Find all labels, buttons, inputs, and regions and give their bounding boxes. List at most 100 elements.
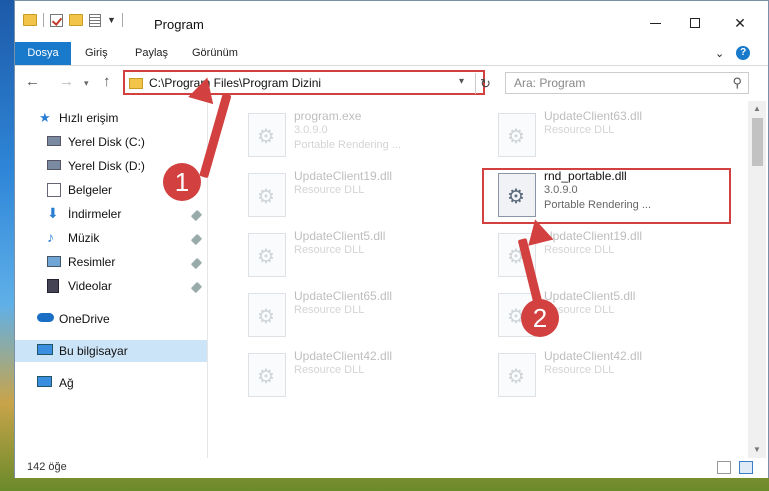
file-description: Resource DLL [294,244,365,256]
sidebar-item-network[interactable]: Ağ [15,372,207,394]
ribbon-help-area: ⌄ ? [715,46,755,60]
quick-access-toolbar: ▼ [23,13,123,27]
file-item[interactable]: UpdateClient42.dll Resource DLL [248,349,448,405]
file-name: UpdateClient5.dll [544,289,636,303]
drive-icon [47,160,61,170]
toolbar-divider [121,13,123,27]
window-title: Program [154,17,204,32]
chevron-down-icon[interactable]: ▾ [459,76,464,87]
scroll-down-icon[interactable]: ▼ [748,442,766,458]
address-path[interactable]: C:\Program Files\Program Dizini [149,76,321,90]
file-name: UpdateClient63.dll [544,109,643,123]
toolbar-divider [43,13,44,27]
dll-file-icon [248,293,286,337]
tiles-view-icon[interactable] [739,461,753,474]
dll-file-icon [498,353,536,397]
file-description: Portable Rendering ... [294,139,402,151]
documents-icon [47,183,61,197]
sidebar-item-this-pc[interactable]: Bu bilgisayar [15,340,207,362]
search-placeholder[interactable]: Ara: Program [514,76,585,90]
properties-check-icon[interactable] [50,13,63,27]
file-name: program.exe [294,109,362,123]
dll-file-icon [248,173,286,217]
file-name: UpdateClient42.dll [544,349,643,363]
pin-icon[interactable] [190,209,203,222]
sidebar-item-label: Bu bilgisayar [59,344,128,358]
file-description: Resource DLL [294,184,365,196]
vertical-scrollbar[interactable]: ▲ ▼ [748,101,766,458]
expand-ribbon-icon[interactable]: ⌄ [715,47,724,60]
maximize-icon [690,18,700,28]
minimize-button[interactable] [635,9,675,37]
scroll-thumb[interactable] [752,118,763,166]
back-button[interactable]: ← [25,73,40,90]
sidebar-item-quick-access[interactable]: ★ Hızlı erişim [15,107,207,129]
minimize-icon [649,22,661,24]
star-icon: ★ [39,110,51,125]
file-item[interactable]: UpdateClient65.dll Resource DLL [248,289,448,345]
chevron-down-icon[interactable]: ▼ [107,15,116,25]
tab-giris[interactable]: Giriş [85,42,108,65]
file-name: UpdateClient42.dll [294,349,393,363]
details-view-icon[interactable] [717,461,731,474]
file-name: UpdateClient19.dll [544,229,643,243]
annotation-badge-2: 2 [521,299,559,337]
ribbon-tabs: Dosya Giriş Paylaş Görünüm ⌄ ? [15,42,768,66]
file-version: 3.0.9.0 [294,124,328,136]
file-description: Resource DLL [294,304,365,316]
computer-icon [37,344,53,355]
sidebar-item-label: OneDrive [59,312,110,326]
address-bar[interactable]: C:\Program Files\Program Dizini ▾ ↻ [123,70,491,95]
file-item[interactable]: UpdateClient63.dll Resource DLL [498,109,698,165]
title-bar: ▼ Program ✕ [15,1,768,43]
search-box[interactable]: Ara: Program ⚲ [505,72,749,94]
file-item[interactable]: UpdateClient42.dll Resource DLL [498,349,698,405]
file-name: UpdateClient5.dll [294,229,386,243]
scroll-up-icon[interactable]: ▲ [748,101,766,117]
file-item[interactable]: UpdateClient19.dll Resource DLL [248,169,448,225]
file-item[interactable]: program.exe 3.0.9.0 Portable Rendering .… [248,109,448,165]
download-icon: ⬇ [47,205,59,221]
dll-file-icon [248,353,286,397]
file-description: Resource DLL [544,244,615,256]
pin-icon[interactable] [190,257,203,270]
pin-icon[interactable] [190,233,203,246]
refresh-button[interactable]: ↻ [475,73,495,94]
tab-dosya[interactable]: Dosya [15,42,71,65]
pin-icon[interactable] [190,281,203,294]
sidebar-item-videos[interactable]: Videolar [15,275,207,297]
properties-icon[interactable] [89,13,101,27]
sidebar-item-label: İndirmeler [68,207,122,221]
up-button[interactable]: ↑ [103,73,111,90]
file-list: program.exe 3.0.9.0 Portable Rendering .… [208,101,748,458]
close-icon: ✕ [734,14,746,31]
sidebar-item-pictures[interactable]: Resimler [15,251,207,273]
close-button[interactable]: ✕ [720,9,760,37]
file-name: UpdateClient19.dll [294,169,393,183]
new-folder-icon[interactable] [69,14,83,26]
sidebar-item-onedrive[interactable]: OneDrive [15,308,207,330]
search-icon[interactable]: ⚲ [732,75,742,91]
file-item[interactable]: UpdateClient5.dll Resource DLL [248,229,448,285]
help-icon[interactable]: ? [736,46,751,60]
item-count: 142 öğe [27,461,67,473]
status-bar: 142 öğe [15,458,768,478]
exe-file-icon [248,113,286,157]
sidebar-item-label: Ağ [59,376,74,390]
dll-file-icon [248,233,286,277]
folder-icon [129,78,143,89]
maximize-button[interactable] [675,9,715,37]
forward-button[interactable]: → [59,73,74,90]
folder-icon [23,14,37,26]
video-icon [47,279,59,293]
pictures-icon [47,256,61,267]
annotation-badge-1: 1 [163,163,201,201]
sidebar-item-disk-c[interactable]: Yerel Disk (C:) [15,131,207,153]
tab-paylas[interactable]: Paylaş [135,42,168,65]
recent-locations-chevron-icon[interactable]: ▾ [84,78,89,89]
dll-file-icon [498,113,536,157]
sidebar-item-downloads[interactable]: ⬇ İndirmeler [15,203,207,225]
sidebar-item-music[interactable]: ♪ Müzik [15,227,207,249]
tab-gorunum[interactable]: Görünüm [192,42,238,65]
sidebar-item-label: Videolar [68,279,112,293]
